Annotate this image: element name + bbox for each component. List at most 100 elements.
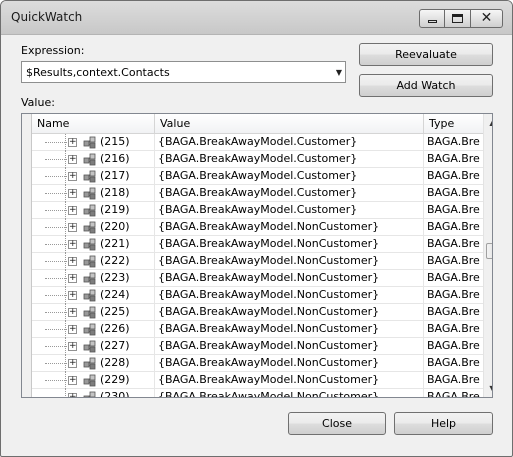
- row-index: (218): [100, 186, 130, 199]
- name-cell: + (229): [32, 372, 155, 389]
- value-cell: {BAGA.BreakAwayModel.NonCustomer}: [155, 287, 424, 304]
- value-cell: {BAGA.BreakAwayModel.NonCustomer}: [155, 372, 424, 389]
- grid-rows: + (215) {BAGA.BreakAwayModel.Customer} BAGA…: [32, 134, 483, 397]
- add-watch-button[interactable]: Add Watch: [359, 74, 493, 97]
- name-cell: + (230): [32, 389, 155, 397]
- plus-expander-icon[interactable]: +: [68, 240, 77, 249]
- value-cell: {BAGA.BreakAwayModel.Customer}: [155, 202, 424, 219]
- table-row[interactable]: + (221) {BAGA.BreakAwayModel.NonCustomer} B…: [32, 236, 483, 253]
- expression-input[interactable]: $Results,context.Contacts: [26, 66, 170, 79]
- column-header-type[interactable]: Type: [424, 114, 483, 134]
- plus-expander-icon[interactable]: +: [68, 189, 77, 198]
- table-row[interactable]: + (230) {BAGA.BreakAwayModel.NonCustomer} B…: [32, 389, 483, 397]
- tree-line: [45, 295, 67, 296]
- table-row[interactable]: + (225) {BAGA.BreakAwayModel.NonCustomer} B…: [32, 304, 483, 321]
- name-cell: + (222): [32, 253, 155, 270]
- table-row[interactable]: + (218) {BAGA.BreakAwayModel.Customer} BAGA…: [32, 185, 483, 202]
- value-cell: {BAGA.BreakAwayModel.Customer}: [155, 151, 424, 168]
- table-row[interactable]: + (227) {BAGA.BreakAwayModel.NonCustomer} B…: [32, 338, 483, 355]
- type-cell: BAGA.Bre: [427, 390, 480, 397]
- object-member-icon: [83, 289, 96, 302]
- scrollbar-thumb[interactable]: [486, 243, 492, 259]
- value-cell: {BAGA.BreakAwayModel.NonCustomer}: [155, 321, 424, 338]
- name-cell: + (226): [32, 321, 155, 338]
- plus-expander-icon[interactable]: +: [68, 291, 77, 300]
- type-cell: BAGA.Bre: [427, 169, 480, 182]
- object-member-icon: [83, 323, 96, 336]
- table-row[interactable]: + (216) {BAGA.BreakAwayModel.Customer} BAGA…: [32, 151, 483, 168]
- plus-expander-icon[interactable]: +: [68, 393, 77, 397]
- name-cell: + (227): [32, 338, 155, 355]
- object-member-icon: [83, 357, 96, 370]
- type-cell: BAGA.Bre: [427, 220, 480, 233]
- table-row[interactable]: + (219) {BAGA.BreakAwayModel.Customer} BAGA…: [32, 202, 483, 219]
- row-index: (220): [100, 220, 130, 233]
- plus-expander-icon[interactable]: +: [68, 206, 77, 215]
- name-cell: + (216): [32, 151, 155, 168]
- help-button[interactable]: Help: [394, 412, 493, 435]
- scroll-up-icon[interactable]: ▲: [484, 114, 492, 131]
- plus-expander-icon[interactable]: +: [68, 308, 77, 317]
- type-cell: BAGA.Bre: [427, 339, 480, 352]
- object-member-icon: [83, 136, 96, 149]
- object-member-icon: [83, 238, 96, 251]
- plus-expander-icon[interactable]: +: [68, 223, 77, 232]
- table-row[interactable]: + (217) {BAGA.BreakAwayModel.Customer} BAGA…: [32, 168, 483, 185]
- table-row[interactable]: + (220) {BAGA.BreakAwayModel.NonCustomer} B…: [32, 219, 483, 236]
- tree-line: [45, 278, 67, 279]
- maximize-icon: [452, 14, 463, 23]
- row-index: (230): [100, 390, 130, 397]
- scroll-down-icon[interactable]: ▼: [484, 380, 492, 397]
- title-bar[interactable]: QuickWatch ✕: [1, 1, 512, 35]
- value-cell: {BAGA.BreakAwayModel.NonCustomer}: [155, 304, 424, 321]
- plus-expander-icon[interactable]: +: [68, 325, 77, 334]
- name-cell: + (217): [32, 168, 155, 185]
- table-row[interactable]: + (226) {BAGA.BreakAwayModel.NonCustomer} B…: [32, 321, 483, 338]
- value-cell: {BAGA.BreakAwayModel.NonCustomer}: [155, 338, 424, 355]
- object-member-icon: [83, 306, 96, 319]
- table-row[interactable]: + (229) {BAGA.BreakAwayModel.NonCustomer} B…: [32, 372, 483, 389]
- plus-expander-icon[interactable]: +: [68, 257, 77, 266]
- plus-expander-icon[interactable]: +: [68, 155, 77, 164]
- reevaluate-button[interactable]: Reevaluate: [359, 43, 493, 66]
- plus-expander-icon[interactable]: +: [68, 359, 77, 368]
- plus-expander-icon[interactable]: +: [68, 172, 77, 181]
- column-header-name[interactable]: Name: [32, 114, 155, 134]
- chevron-down-icon[interactable]: ▼: [336, 68, 342, 77]
- value-cell: {BAGA.BreakAwayModel.Customer}: [155, 185, 424, 202]
- plus-expander-icon[interactable]: +: [68, 376, 77, 385]
- close-button[interactable]: Close: [288, 412, 386, 435]
- table-row[interactable]: + (228) {BAGA.BreakAwayModel.NonCustomer} B…: [32, 355, 483, 372]
- close-window-button[interactable]: ✕: [471, 9, 503, 28]
- table-row[interactable]: + (224) {BAGA.BreakAwayModel.NonCustomer} B…: [32, 287, 483, 304]
- type-cell: BAGA.Bre: [427, 271, 480, 284]
- watch-grid[interactable]: Name Value Type + (215) {BAGA.BreakAwayMod…: [21, 113, 493, 398]
- type-cell: BAGA.Bre: [427, 203, 480, 216]
- name-cell: + (224): [32, 287, 155, 304]
- tree-line: [45, 227, 67, 228]
- table-row[interactable]: + (222) {BAGA.BreakAwayModel.NonCustomer} B…: [32, 253, 483, 270]
- vertical-scrollbar[interactable]: ▲ ▼: [483, 114, 492, 397]
- table-row[interactable]: + (223) {BAGA.BreakAwayModel.NonCustomer} B…: [32, 270, 483, 287]
- value-cell: {BAGA.BreakAwayModel.Customer}: [155, 134, 424, 151]
- minimize-icon: [428, 20, 437, 23]
- minimize-button[interactable]: [419, 9, 445, 28]
- expression-label: Expression:: [21, 44, 85, 57]
- row-index: (217): [100, 169, 130, 182]
- maximize-button[interactable]: [445, 9, 471, 28]
- object-member-icon: [83, 374, 96, 387]
- plus-expander-icon[interactable]: +: [68, 274, 77, 283]
- table-row[interactable]: + (215) {BAGA.BreakAwayModel.Customer} BAGA…: [32, 134, 483, 151]
- name-cell: + (225): [32, 304, 155, 321]
- row-index: (223): [100, 271, 130, 284]
- plus-expander-icon[interactable]: +: [68, 138, 77, 147]
- column-header-value[interactable]: Value: [155, 114, 424, 134]
- plus-expander-icon[interactable]: +: [68, 342, 77, 351]
- value-cell: {BAGA.BreakAwayModel.NonCustomer}: [155, 389, 424, 397]
- row-index: (225): [100, 305, 130, 318]
- value-cell: {BAGA.BreakAwayModel.NonCustomer}: [155, 355, 424, 372]
- name-cell: + (223): [32, 270, 155, 287]
- name-cell: + (218): [32, 185, 155, 202]
- type-cell: BAGA.Bre: [427, 288, 480, 301]
- expression-combobox[interactable]: $Results,context.Contacts ▼: [21, 61, 346, 83]
